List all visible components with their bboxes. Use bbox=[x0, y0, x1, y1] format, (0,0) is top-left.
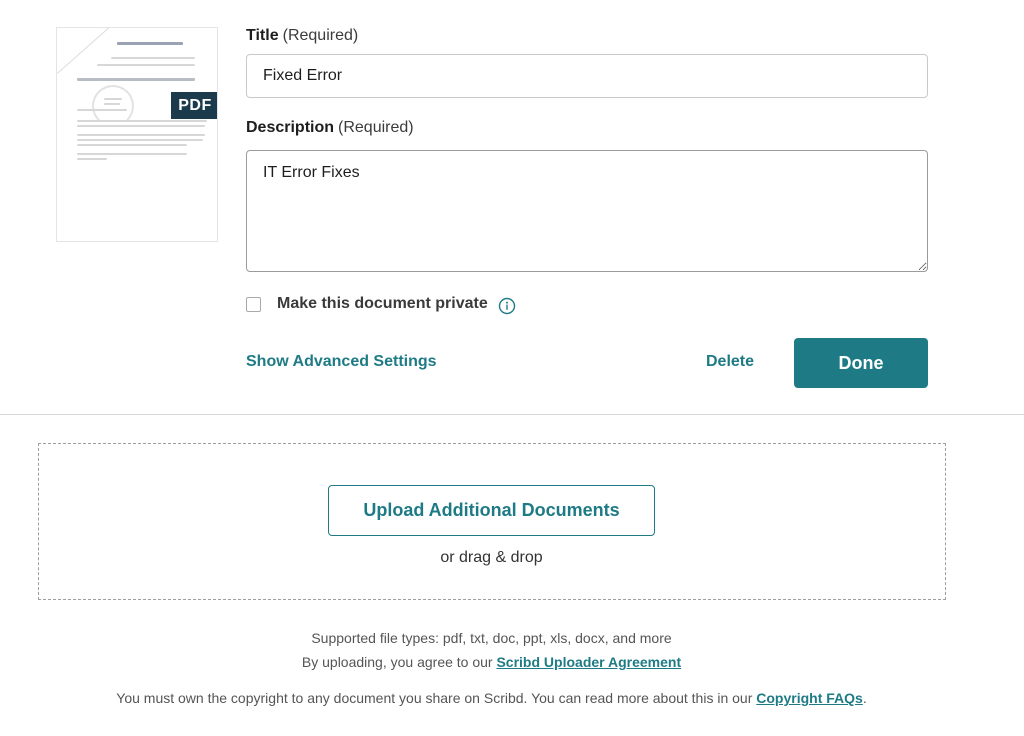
copyright-prefix: You must own the copyright to any docume… bbox=[116, 690, 757, 706]
thumb-text-line bbox=[97, 64, 195, 66]
done-button[interactable]: Done bbox=[794, 338, 928, 388]
thumb-text-line bbox=[77, 153, 187, 155]
supported-file-types: Supported file types: pdf, txt, doc, ppt… bbox=[311, 630, 672, 646]
copyright-suffix: . bbox=[862, 690, 867, 706]
description-label: Description (Required) bbox=[246, 119, 414, 137]
title-label: Title (Required) bbox=[246, 27, 358, 45]
thumb-text-line bbox=[77, 158, 107, 160]
section-divider bbox=[0, 414, 1024, 415]
drag-drop-text: or drag & drop bbox=[440, 549, 543, 566]
thumb-text-line bbox=[77, 78, 195, 81]
upload-additional-documents-button[interactable]: Upload Additional Documents bbox=[328, 485, 655, 536]
copyright-faqs-link[interactable]: Copyright FAQs bbox=[756, 690, 863, 706]
description-input[interactable]: IT Error Fixes bbox=[246, 150, 928, 272]
thumb-text-line bbox=[117, 42, 183, 45]
thumb-text-line bbox=[77, 109, 127, 111]
thumb-text-line bbox=[104, 98, 122, 100]
private-checkbox[interactable] bbox=[246, 296, 261, 312]
copyright-notice: You must own the copyright to any docume… bbox=[0, 690, 983, 706]
document-thumbnail: PDF bbox=[56, 27, 218, 242]
pdf-badge: PDF bbox=[171, 92, 217, 119]
thumb-text-line bbox=[77, 144, 187, 146]
uploader-agreement-text: By uploading, you agree to our Scribd Up… bbox=[0, 654, 983, 670]
thumb-text-line bbox=[77, 120, 207, 122]
private-option: Make this document private bbox=[246, 292, 516, 316]
show-advanced-settings-link[interactable]: Show Advanced Settings bbox=[246, 353, 437, 371]
delete-button[interactable]: Delete bbox=[706, 353, 754, 371]
agree-prefix: By uploading, you agree to our bbox=[301, 654, 497, 670]
thumb-text-line bbox=[77, 139, 203, 141]
title-label-text: Title bbox=[246, 27, 279, 44]
description-label-text: Description bbox=[246, 119, 335, 136]
info-icon[interactable] bbox=[498, 297, 516, 315]
description-required-text: (Required) bbox=[338, 119, 414, 136]
thumb-text-line bbox=[77, 125, 205, 127]
thumb-text-line bbox=[111, 57, 195, 59]
thumb-text-line bbox=[77, 134, 205, 136]
title-required-text: (Required) bbox=[282, 27, 359, 44]
title-input[interactable] bbox=[246, 54, 928, 98]
thumb-text-line bbox=[104, 103, 120, 105]
private-label[interactable]: Make this document private bbox=[277, 295, 488, 313]
uploader-agreement-link[interactable]: Scribd Uploader Agreement bbox=[496, 654, 681, 670]
